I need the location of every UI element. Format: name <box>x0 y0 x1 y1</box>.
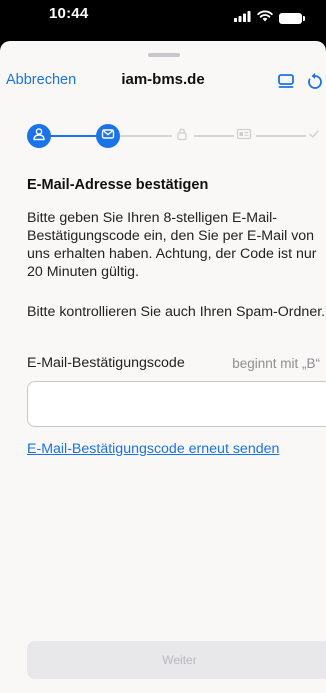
step-mail <box>96 124 120 148</box>
nav-bar: Abbrechen iam-bms.de <box>0 63 326 97</box>
status-icons <box>234 9 305 27</box>
step-person <box>27 124 51 148</box>
next-button[interactable]: Weiter <box>27 641 326 679</box>
step-connector <box>256 135 306 137</box>
mail-icon <box>101 127 115 146</box>
step-lock <box>170 124 194 148</box>
code-field-label: E-Mail-Bestätigungscode <box>27 355 185 371</box>
code-field-hint: beginnt mit „B“ <box>232 356 320 371</box>
modal-sheet: Abbrechen iam-bms.de E-Mail-Adresse best… <box>0 41 326 693</box>
step-connector <box>48 135 98 137</box>
check-icon <box>307 127 321 146</box>
step-connector <box>120 135 172 137</box>
cellular-signal-icon <box>234 9 251 27</box>
lock-icon <box>175 127 189 146</box>
step-check <box>302 124 326 148</box>
id-card-icon <box>236 127 252 146</box>
step-connector <box>194 135 234 137</box>
instruction-text: Bitte geben Sie Ihren 8-stelligen E-Mail… <box>27 210 317 280</box>
wifi-icon <box>257 9 273 27</box>
status-time: 10:44 <box>49 5 89 22</box>
step-id-card <box>232 124 256 148</box>
page-title: E-Mail-Adresse bestätigen <box>27 177 209 193</box>
person-icon <box>32 127 46 146</box>
display-icon[interactable] <box>276 72 296 92</box>
sheet-grabber[interactable] <box>148 53 180 57</box>
progress-stepper <box>0 124 326 148</box>
refresh-icon[interactable] <box>305 72 325 92</box>
status-bar: 10:44 <box>0 0 326 46</box>
resend-code-link[interactable]: E-Mail-Bestätigungscode erneut senden <box>27 441 279 457</box>
battery-icon <box>279 12 305 24</box>
spam-hint-text: Bitte kontrollieren Sie auch Ihren Spam-… <box>27 304 326 320</box>
verification-code-input[interactable] <box>27 381 326 427</box>
